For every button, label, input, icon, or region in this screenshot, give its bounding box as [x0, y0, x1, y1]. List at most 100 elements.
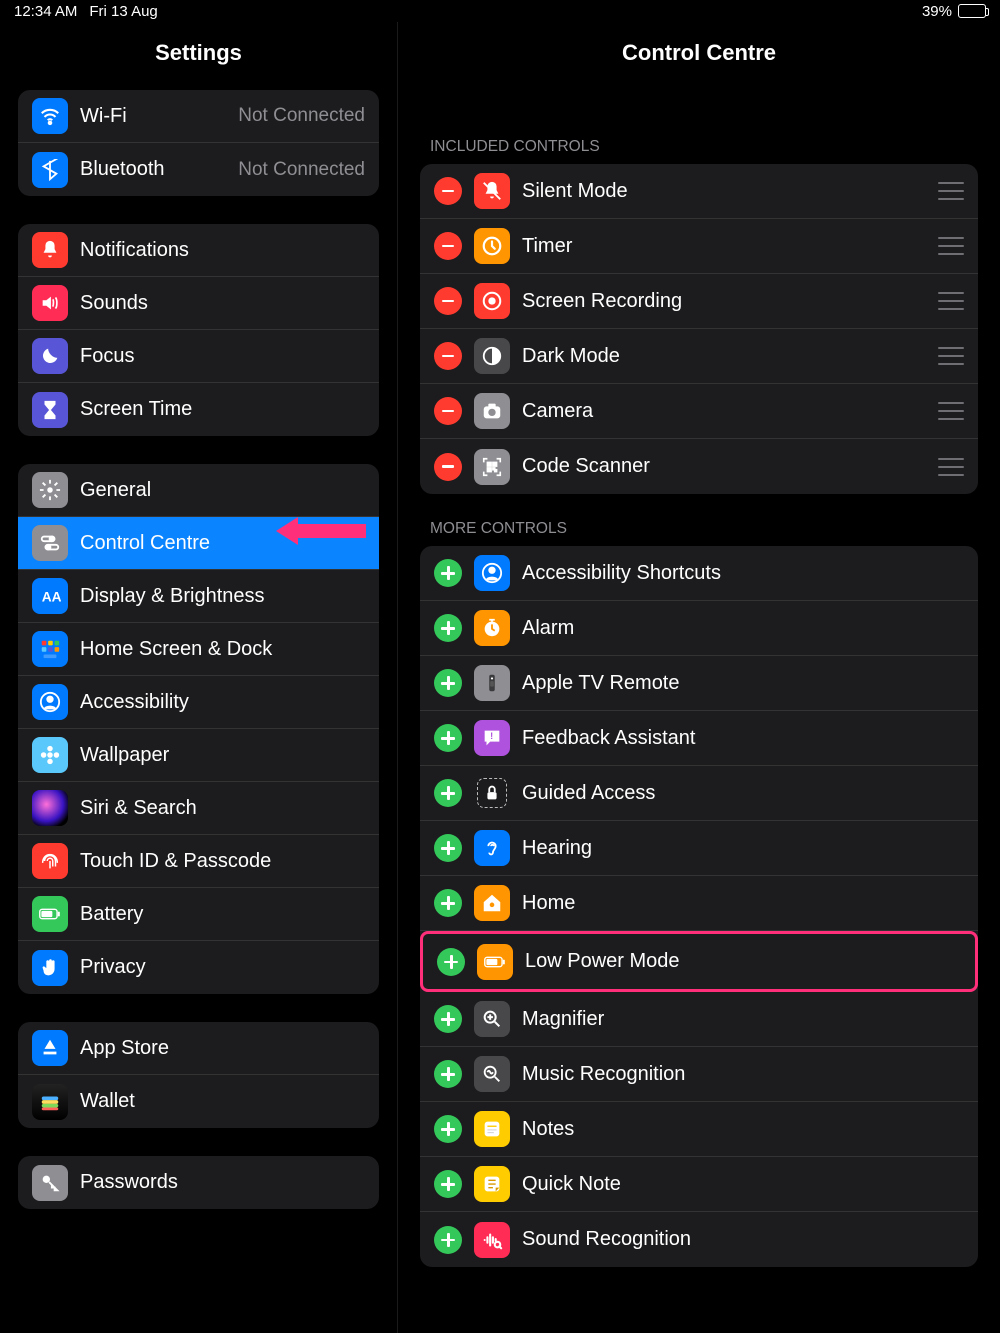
control-row-dark-mode[interactable]: Dark Mode: [420, 329, 978, 384]
remove-button[interactable]: [434, 287, 462, 315]
sidebar-item-label: Battery: [80, 903, 143, 926]
control-row-silent-mode[interactable]: Silent Mode: [420, 164, 978, 219]
record-icon: [474, 283, 510, 319]
sidebar-item-focus[interactable]: Focus: [18, 330, 379, 383]
drag-handle-icon[interactable]: [938, 182, 964, 200]
control-row-guided-access[interactable]: Guided Access: [420, 766, 978, 821]
switches-icon: [32, 525, 68, 561]
control-row-notes[interactable]: Notes: [420, 1102, 978, 1157]
add-button[interactable]: [434, 1115, 462, 1143]
add-button[interactable]: [434, 1170, 462, 1198]
control-row-home[interactable]: Home: [420, 876, 978, 931]
control-row-sound-recognition[interactable]: Sound Recognition: [420, 1212, 978, 1267]
remove-button[interactable]: [434, 397, 462, 425]
sidebar-item-label: Passwords: [80, 1171, 178, 1194]
sidebar-item-sounds[interactable]: Sounds: [18, 277, 379, 330]
sidebar-item-display-brightness[interactable]: AADisplay & Brightness: [18, 570, 379, 623]
remove-button[interactable]: [434, 177, 462, 205]
add-button[interactable]: [434, 1005, 462, 1033]
sidebar-item-label: Screen Time: [80, 398, 192, 421]
bluetooth-icon: [32, 152, 68, 188]
sidebar-item-value: Not Connected: [238, 105, 365, 127]
control-row-feedback-assistant[interactable]: !Feedback Assistant: [420, 711, 978, 766]
control-label: Guided Access: [522, 782, 655, 805]
control-label: Screen Recording: [522, 290, 682, 313]
control-row-timer[interactable]: Timer: [420, 219, 978, 274]
sidebar-item-general[interactable]: General: [18, 464, 379, 517]
sidebar-item-label: Sounds: [80, 292, 148, 315]
sidebar-item-home-screen-dock[interactable]: Home Screen & Dock: [18, 623, 379, 676]
control-row-camera[interactable]: Camera: [420, 384, 978, 439]
sidebar-item-battery[interactable]: Battery: [18, 888, 379, 941]
drag-handle-icon[interactable]: [938, 237, 964, 255]
sidebar-item-screen-time[interactable]: Screen Time: [18, 383, 379, 436]
control-row-magnifier[interactable]: Magnifier: [420, 992, 978, 1047]
sidebar-item-accessibility[interactable]: Accessibility: [18, 676, 379, 729]
add-button[interactable]: [434, 1060, 462, 1088]
add-button[interactable]: [434, 559, 462, 587]
add-button[interactable]: [434, 614, 462, 642]
control-row-music-recognition[interactable]: Music Recognition: [420, 1047, 978, 1102]
sidebar-item-wallpaper[interactable]: Wallpaper: [18, 729, 379, 782]
sidebar-item-wallet[interactable]: Wallet: [18, 1075, 379, 1128]
sidebar-item-privacy[interactable]: Privacy: [18, 941, 379, 994]
drag-handle-icon[interactable]: [938, 458, 964, 476]
person-icon: [32, 684, 68, 720]
control-row-screen-recording[interactable]: Screen Recording: [420, 274, 978, 329]
sidebar-item-control-centre[interactable]: Control Centre: [18, 517, 379, 570]
status-date: Fri 13 Aug: [89, 3, 157, 20]
sidebar-item-touch-id-passcode[interactable]: Touch ID & Passcode: [18, 835, 379, 888]
add-button[interactable]: [434, 779, 462, 807]
remove-button[interactable]: [434, 342, 462, 370]
sound_rec-icon: [474, 1222, 510, 1258]
control-label: Sound Recognition: [522, 1228, 691, 1251]
quicknote-icon: [474, 1166, 510, 1202]
bell-icon: [32, 232, 68, 268]
control-label: Alarm: [522, 617, 574, 640]
add-button[interactable]: [434, 669, 462, 697]
sidebar-item-notifications[interactable]: Notifications: [18, 224, 379, 277]
drag-handle-icon[interactable]: [938, 347, 964, 365]
control-label: Music Recognition: [522, 1063, 685, 1086]
control-label: Hearing: [522, 837, 592, 860]
battery-icon: [477, 944, 513, 980]
control-row-apple-tv-remote[interactable]: Apple TV Remote: [420, 656, 978, 711]
add-button[interactable]: [434, 1226, 462, 1254]
search_wave-icon: [474, 1056, 510, 1092]
add-button[interactable]: [434, 834, 462, 862]
add-button[interactable]: [434, 889, 462, 917]
add-button[interactable]: [434, 724, 462, 752]
sidebar-item-siri-search[interactable]: Siri & Search: [18, 782, 379, 835]
drag-handle-icon[interactable]: [938, 402, 964, 420]
svg-text:AA: AA: [42, 590, 61, 605]
control-row-accessibility-shortcuts[interactable]: Accessibility Shortcuts: [420, 546, 978, 601]
sidebar-item-bluetooth[interactable]: Bluetooth Not Connected: [18, 143, 379, 196]
control-row-code-scanner[interactable]: Code Scanner: [420, 439, 978, 494]
add-button[interactable]: [437, 948, 465, 976]
sidebar-item-passwords[interactable]: Passwords: [18, 1156, 379, 1209]
sidebar-item-label: Accessibility: [80, 691, 189, 714]
remove-button[interactable]: [434, 232, 462, 260]
person-icon: [474, 555, 510, 591]
sidebar-item-label: App Store: [80, 1037, 169, 1060]
control-row-hearing[interactable]: Hearing: [420, 821, 978, 876]
control-label: Notes: [522, 1118, 574, 1141]
ear-icon: [474, 830, 510, 866]
battery-icon: [32, 896, 68, 932]
sidebar-item-app-store[interactable]: App Store: [18, 1022, 379, 1075]
sidebar-item-label: Bluetooth: [80, 158, 165, 181]
sidebar-item-label: Notifications: [80, 239, 189, 262]
remove-button[interactable]: [434, 453, 462, 481]
timer-icon: [474, 228, 510, 264]
wallet-icon: [32, 1084, 68, 1120]
control-row-low-power-mode[interactable]: Low Power Mode: [423, 934, 975, 989]
drag-handle-icon[interactable]: [938, 292, 964, 310]
sidebar: Settings Wi-FiNot ConnectedBluetoothNot …: [0, 22, 398, 1333]
control-label: Quick Note: [522, 1173, 621, 1196]
control-row-quick-note[interactable]: Quick Note: [420, 1157, 978, 1212]
control-label: Feedback Assistant: [522, 727, 695, 750]
sidebar-item-value: Not Connected: [238, 159, 365, 181]
search_plus-icon: [474, 1001, 510, 1037]
control-row-alarm[interactable]: Alarm: [420, 601, 978, 656]
sidebar-item-wi-fi[interactable]: Wi-FiNot Connected: [18, 90, 379, 143]
